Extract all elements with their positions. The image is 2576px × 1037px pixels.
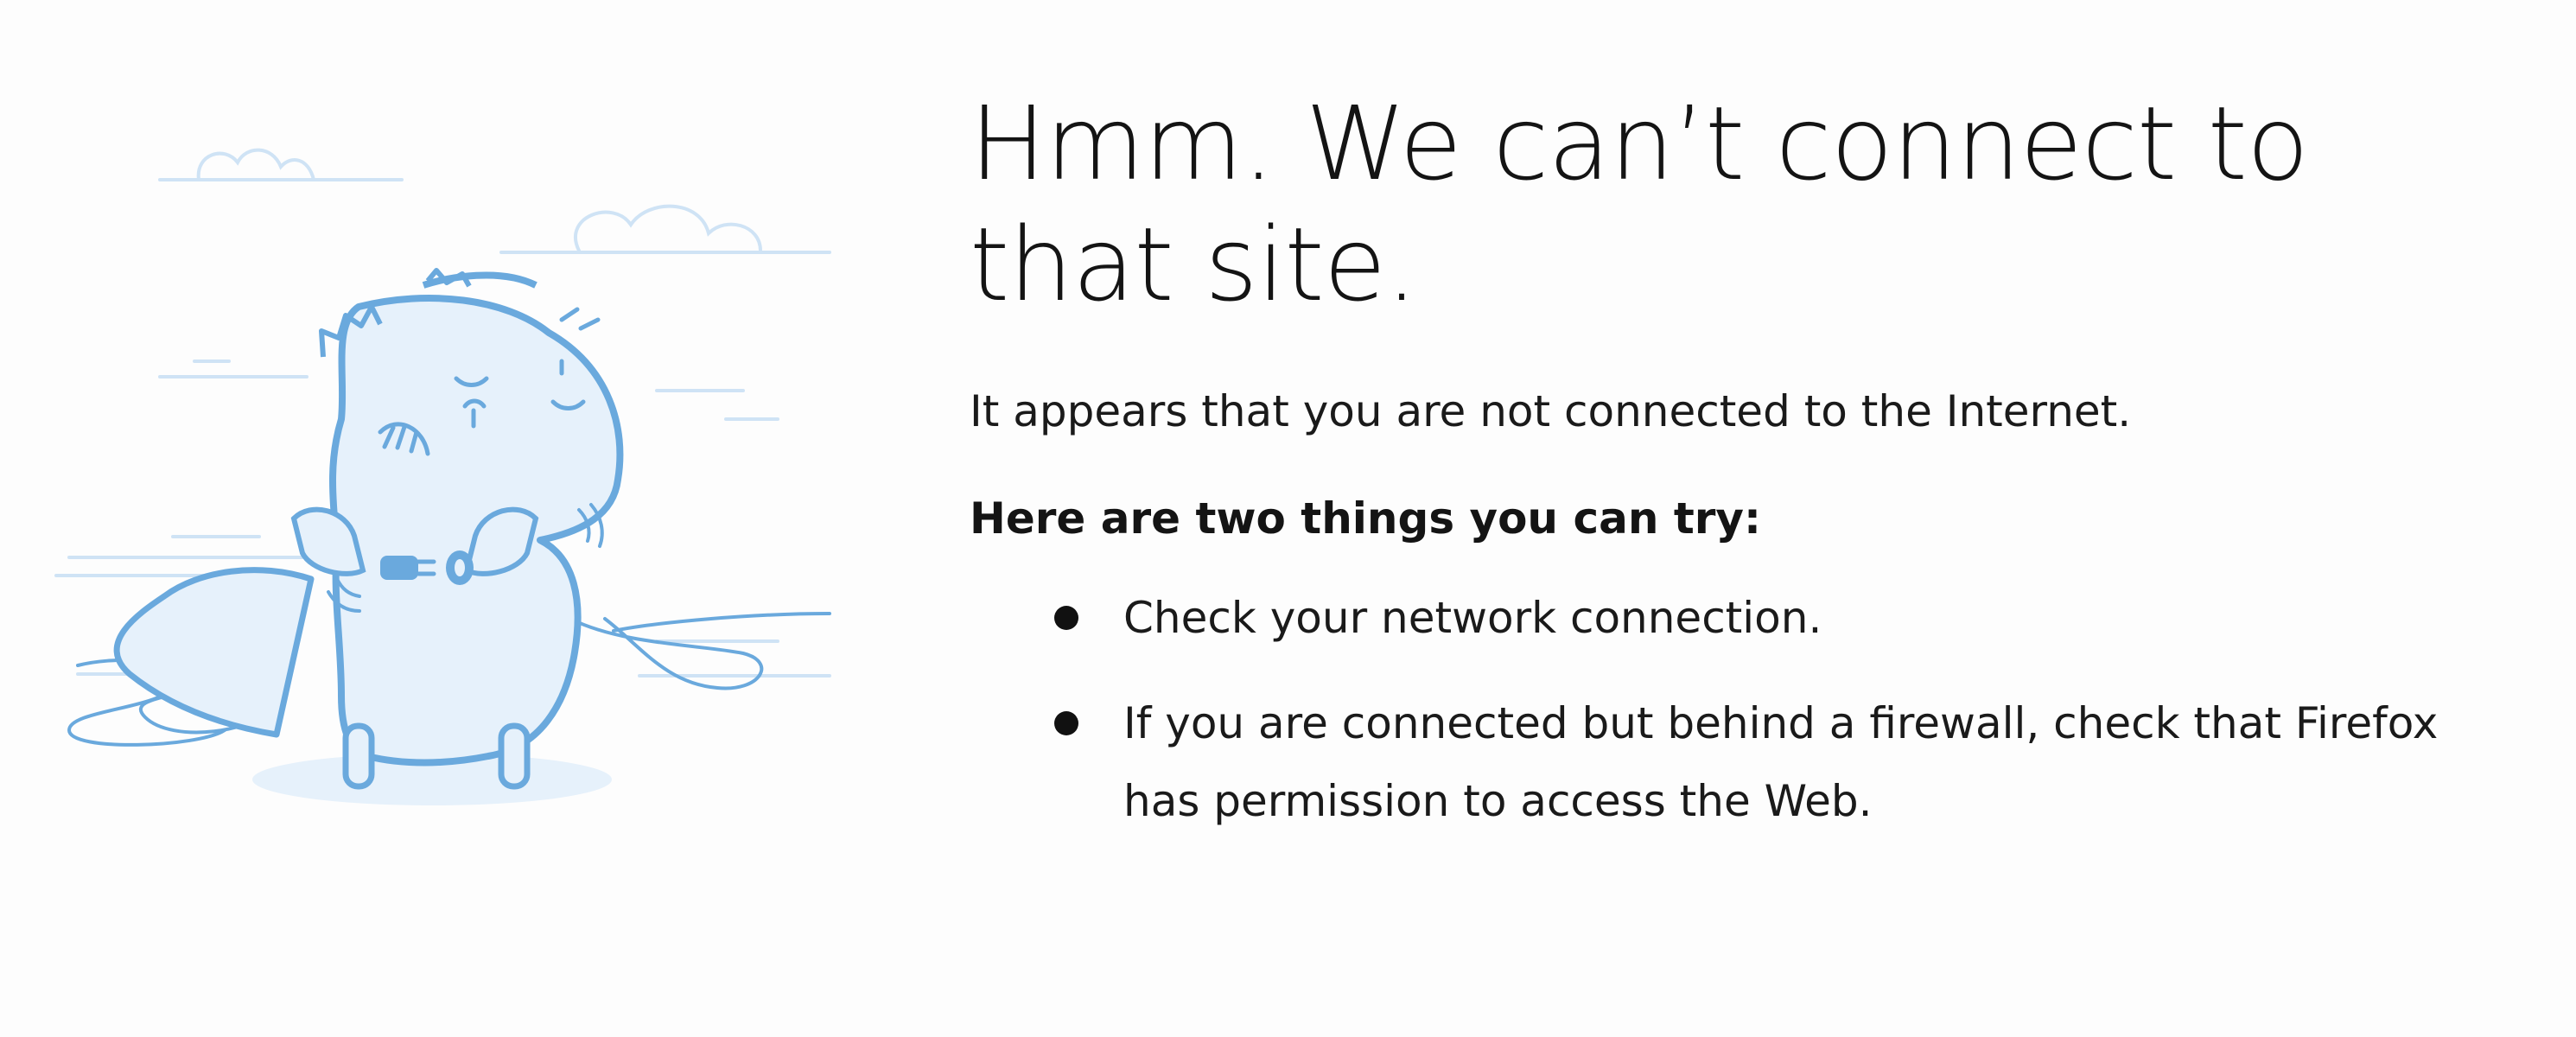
page-title: Hmm. We can’t connect to that site. [970,84,2309,324]
suggestions-list: Check your network connection. If you ar… [970,579,2525,840]
bullet-icon [1054,711,1078,735]
list-item: Check your network connection. [970,579,2525,657]
suggestion-text: Check your network connection. [1123,593,1822,643]
list-item: If you are connected but behind a firewa… [970,684,2525,840]
unplugged-dinosaur-illustration-icon [52,121,847,830]
suggestion-text: If you are connected but behind a firewa… [1123,698,2439,826]
bullet-icon [1054,606,1078,630]
connection-error-page: Hmm. We can’t connect to that site. It a… [0,0,2576,1037]
suggestions-heading: Here are two things you can try: [970,493,1761,544]
error-content: Hmm. We can’t connect to that site. It a… [970,83,2525,868]
error-description: It appears that you are not connected to… [970,386,2132,436]
